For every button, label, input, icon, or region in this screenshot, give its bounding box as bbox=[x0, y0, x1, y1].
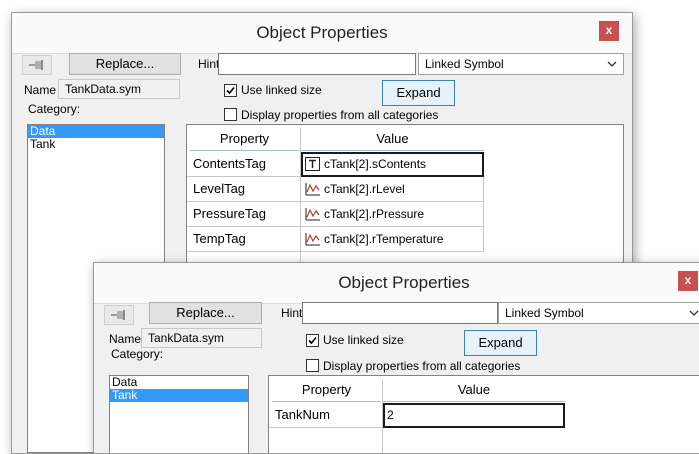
column-header-value[interactable]: Value bbox=[301, 128, 484, 151]
value-text: cTank[2].rPressure bbox=[324, 207, 425, 221]
display-all-categories-label: Display properties from all categories bbox=[323, 359, 521, 373]
display-all-categories-label: Display properties from all categories bbox=[241, 108, 439, 122]
symbol-mode-select[interactable]: Linked Symbol bbox=[418, 53, 624, 75]
value-cell[interactable]: cTank[2].rTemperature bbox=[301, 227, 443, 251]
value-edit-box[interactable] bbox=[383, 403, 565, 428]
hint-input[interactable] bbox=[302, 302, 498, 324]
expand-button[interactable]: Expand bbox=[464, 330, 537, 356]
category-label: Category: bbox=[28, 102, 81, 116]
property-grid: Property Value TankNum 2 bbox=[268, 375, 699, 453]
category-list[interactable]: Data Tank bbox=[109, 375, 249, 453]
property-name: TempTag bbox=[193, 231, 246, 246]
value-cell[interactable]: cTank[2].sContents bbox=[301, 152, 426, 176]
value-cell[interactable]: 2 bbox=[387, 403, 394, 427]
checkmark-icon bbox=[308, 336, 317, 345]
symbol-mode-value: Linked Symbol bbox=[505, 306, 584, 320]
column-header-property[interactable]: Property bbox=[272, 379, 381, 402]
use-linked-size-label: Use linked size bbox=[241, 83, 322, 97]
name-label: Name bbox=[24, 83, 57, 97]
symbol-mode-value: Linked Symbol bbox=[425, 57, 504, 71]
category-label: Category: bbox=[111, 347, 164, 361]
close-button[interactable]: x bbox=[678, 271, 698, 291]
expand-button[interactable]: Expand bbox=[382, 80, 455, 106]
replace-button[interactable]: Replace... bbox=[149, 302, 262, 324]
replace-button[interactable]: Replace... bbox=[69, 53, 181, 75]
value-text: cTank[2].rLevel bbox=[324, 182, 405, 196]
use-linked-size-checkbox[interactable] bbox=[224, 84, 237, 97]
hint-input[interactable] bbox=[218, 53, 416, 75]
value-cell[interactable]: cTank[2].rPressure bbox=[301, 202, 424, 226]
name-field: TankData.sym bbox=[141, 328, 262, 348]
value-text: cTank[2].sContents bbox=[324, 157, 427, 171]
name-field: TankData.sym bbox=[58, 79, 180, 99]
property-name: PressureTag bbox=[193, 206, 266, 221]
chevron-down-icon bbox=[607, 61, 617, 67]
title-bar[interactable]: Object Properties x bbox=[12, 13, 632, 54]
use-linked-size-label: Use linked size bbox=[323, 333, 404, 347]
window-title: Object Properties bbox=[338, 273, 470, 292]
name-label: Name bbox=[109, 332, 142, 346]
value-text: 2 bbox=[387, 408, 394, 422]
object-properties-window-front: Object Properties x Replace... Hint: Lin… bbox=[93, 262, 699, 454]
value-text: cTank[2].rTemperature bbox=[324, 232, 444, 246]
property-name: TankNum bbox=[275, 407, 330, 422]
title-bar[interactable]: Object Properties x bbox=[94, 263, 699, 304]
pin-icon bbox=[29, 60, 43, 70]
column-header-value[interactable]: Value bbox=[383, 379, 565, 402]
chevron-down-icon bbox=[689, 310, 699, 316]
category-item-tank[interactable]: Tank bbox=[110, 389, 248, 402]
display-all-categories-checkbox[interactable] bbox=[306, 359, 319, 372]
close-button[interactable]: x bbox=[599, 21, 619, 41]
window-title: Object Properties bbox=[256, 23, 388, 42]
property-name: ContentsTag bbox=[193, 156, 266, 171]
category-item-tank[interactable]: Tank bbox=[28, 138, 164, 151]
column-header-property[interactable]: Property bbox=[190, 128, 299, 151]
text-tag-icon bbox=[305, 157, 320, 171]
pin-icon bbox=[111, 310, 125, 320]
analog-tag-icon bbox=[305, 183, 320, 196]
pin-button[interactable] bbox=[104, 305, 134, 325]
property-name: LevelTag bbox=[193, 181, 246, 196]
pin-button[interactable] bbox=[22, 55, 52, 75]
use-linked-size-checkbox[interactable] bbox=[306, 334, 319, 347]
analog-tag-icon bbox=[305, 233, 320, 246]
symbol-mode-select[interactable]: Linked Symbol bbox=[498, 302, 699, 324]
checkmark-icon bbox=[226, 86, 235, 95]
display-all-categories-checkbox[interactable] bbox=[224, 108, 237, 121]
value-cell[interactable]: cTank[2].rLevel bbox=[301, 177, 405, 201]
analog-tag-icon bbox=[305, 208, 320, 221]
